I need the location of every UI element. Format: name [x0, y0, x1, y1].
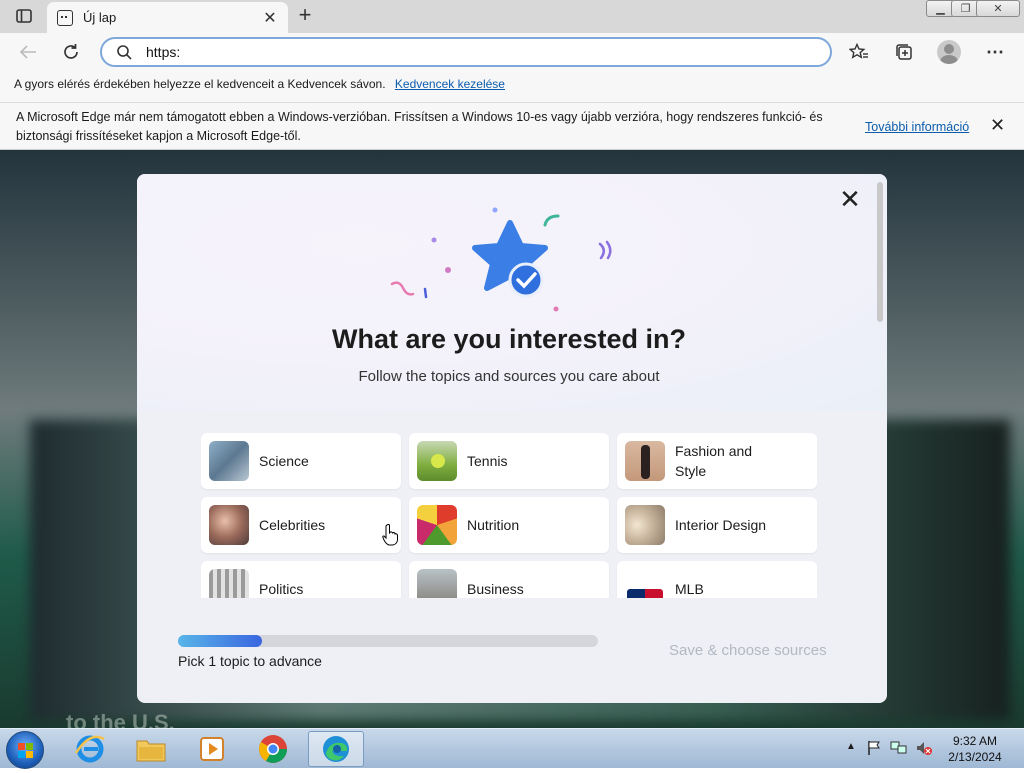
topic-label: Tennis [467, 453, 508, 469]
topic-grid: Science Tennis Fashion and Style Celebri… [201, 433, 817, 598]
dialog-subtitle: Follow the topics and sources you care a… [358, 368, 660, 385]
clock-time: 9:32 AM [952, 734, 998, 748]
topic-card-tennis[interactable]: Tennis [409, 433, 609, 489]
tab-new-tab[interactable]: Új lap ✕ [47, 2, 288, 33]
collections-button[interactable] [889, 37, 919, 67]
interior-design-thumbnail [625, 505, 665, 545]
edge-icon [323, 736, 349, 762]
topic-label: Nutrition [467, 517, 520, 533]
taskbar-internet-explorer[interactable] [62, 731, 118, 767]
back-button[interactable] [13, 37, 43, 67]
tab-strip: Új lap ✕ + ▁ ❐ ✕ [0, 0, 1024, 33]
topic-card-fashion-and-style[interactable]: Fashion and Style [617, 433, 817, 489]
back-arrow-icon [19, 45, 36, 59]
media-player-icon [200, 737, 224, 761]
refresh-icon [64, 44, 78, 59]
address-bar[interactable]: https: [100, 37, 832, 67]
close-dialog-button[interactable]: ✕ [838, 186, 862, 212]
fashion-thumbnail [625, 441, 665, 481]
topic-card-business[interactable]: Business [409, 561, 609, 598]
show-hidden-icons-icon[interactable]: ▲ [846, 741, 856, 752]
internet-explorer-icon [74, 735, 105, 763]
favorites-button[interactable] [844, 37, 874, 67]
settings-more-button[interactable]: ⋯ [980, 37, 1010, 67]
close-infobar-icon[interactable]: ✕ [990, 116, 1005, 135]
favorites-star-icon [849, 43, 868, 59]
new-tab-button[interactable]: + [294, 4, 316, 27]
save-choose-sources-button[interactable]: Save & choose sources [669, 642, 827, 659]
hand-cursor-icon [382, 524, 398, 546]
search-icon [117, 45, 132, 60]
favorites-hint-bar: A gyors elérés érdekében helyezze el ked… [0, 71, 1024, 102]
background-caption: to the U.S. [66, 710, 175, 728]
more-dots-icon: ⋯ [986, 41, 1004, 62]
star-check-illustration [390, 207, 612, 312]
unsupported-os-infobar: A Microsoft Edge már nem támogatott ebbe… [0, 102, 1024, 150]
nutrition-thumbnail [417, 505, 457, 545]
tab-title: Új lap [83, 10, 117, 25]
science-thumbnail [209, 441, 249, 481]
politics-thumbnail [209, 569, 249, 598]
windows-taskbar: ▲ 9:32 AM 2/13/2024 [0, 728, 1024, 769]
progress-fill [178, 635, 262, 647]
manage-favorites-link[interactable]: Kedvencek kezelése [395, 77, 505, 91]
business-thumbnail [417, 569, 457, 598]
action-center-flag-icon[interactable] [866, 740, 882, 756]
topic-label: Fashion and Style [675, 443, 753, 479]
celebrities-thumbnail [209, 505, 249, 545]
topic-label: Science [259, 453, 309, 469]
close-tab-icon[interactable]: ✕ [262, 8, 278, 28]
network-icon[interactable] [890, 740, 908, 756]
topic-card-science[interactable]: Science [201, 433, 401, 489]
taskbar-edge[interactable] [308, 731, 364, 767]
progress-label: Pick 1 topic to advance [178, 653, 322, 669]
profile-avatar[interactable] [937, 40, 961, 64]
file-explorer-icon [136, 740, 166, 762]
more-info-link[interactable]: További információ [865, 118, 969, 137]
interests-dialog: ✕ What are you interested in? Follow the… [137, 174, 887, 703]
collections-icon [896, 44, 912, 60]
tab-actions-icon [16, 9, 32, 23]
refresh-button[interactable] [56, 37, 86, 67]
start-button[interactable] [6, 731, 44, 769]
dialog-scrollbar[interactable] [877, 182, 883, 322]
topic-card-mlb[interactable]: MLB [617, 561, 817, 598]
topic-card-politics[interactable]: Politics [201, 561, 401, 598]
chrome-icon [259, 735, 287, 763]
volume-muted-icon[interactable] [915, 740, 933, 756]
taskbar-file-explorer[interactable] [123, 731, 179, 767]
topic-label: Interior Design [675, 517, 767, 533]
close-window-button[interactable]: ✕ [976, 0, 1020, 17]
windows-logo-icon [18, 743, 33, 758]
topic-card-celebrities[interactable]: Celebrities [201, 497, 401, 553]
topic-card-nutrition[interactable]: Nutrition [409, 497, 609, 553]
tennis-thumbnail [417, 441, 457, 481]
topic-label: Politics [259, 581, 304, 597]
taskbar-chrome[interactable] [245, 731, 301, 767]
infobar-message: A Microsoft Edge már nem támogatott ebbe… [16, 110, 823, 143]
progress-bar [178, 635, 598, 647]
favorites-hint-text: A gyors elérés érdekében helyezze el ked… [14, 77, 386, 91]
topic-card-interior-design[interactable]: Interior Design [617, 497, 817, 553]
clock-date: 2/13/2024 [948, 750, 1002, 764]
dialog-title: What are you interested in? [331, 324, 687, 354]
tab-actions-button[interactable] [8, 5, 40, 27]
topic-label: Celebrities [259, 517, 326, 533]
topic-label: MLB [675, 581, 704, 597]
edge-browser-window: Új lap ✕ + ▁ ❐ ✕ https: ⋯ A gyors elérés… [0, 0, 1024, 769]
mlb-logo-thumbnail [625, 569, 665, 598]
new-tab-icon [57, 9, 73, 26]
address-input[interactable]: https: [146, 44, 180, 60]
taskbar-clock[interactable]: 9:32 AM 2/13/2024 [935, 733, 1015, 765]
navigation-bar: https: ⋯ [0, 33, 1024, 71]
taskbar-media-player[interactable] [184, 731, 240, 767]
topic-label: Business [467, 581, 524, 597]
